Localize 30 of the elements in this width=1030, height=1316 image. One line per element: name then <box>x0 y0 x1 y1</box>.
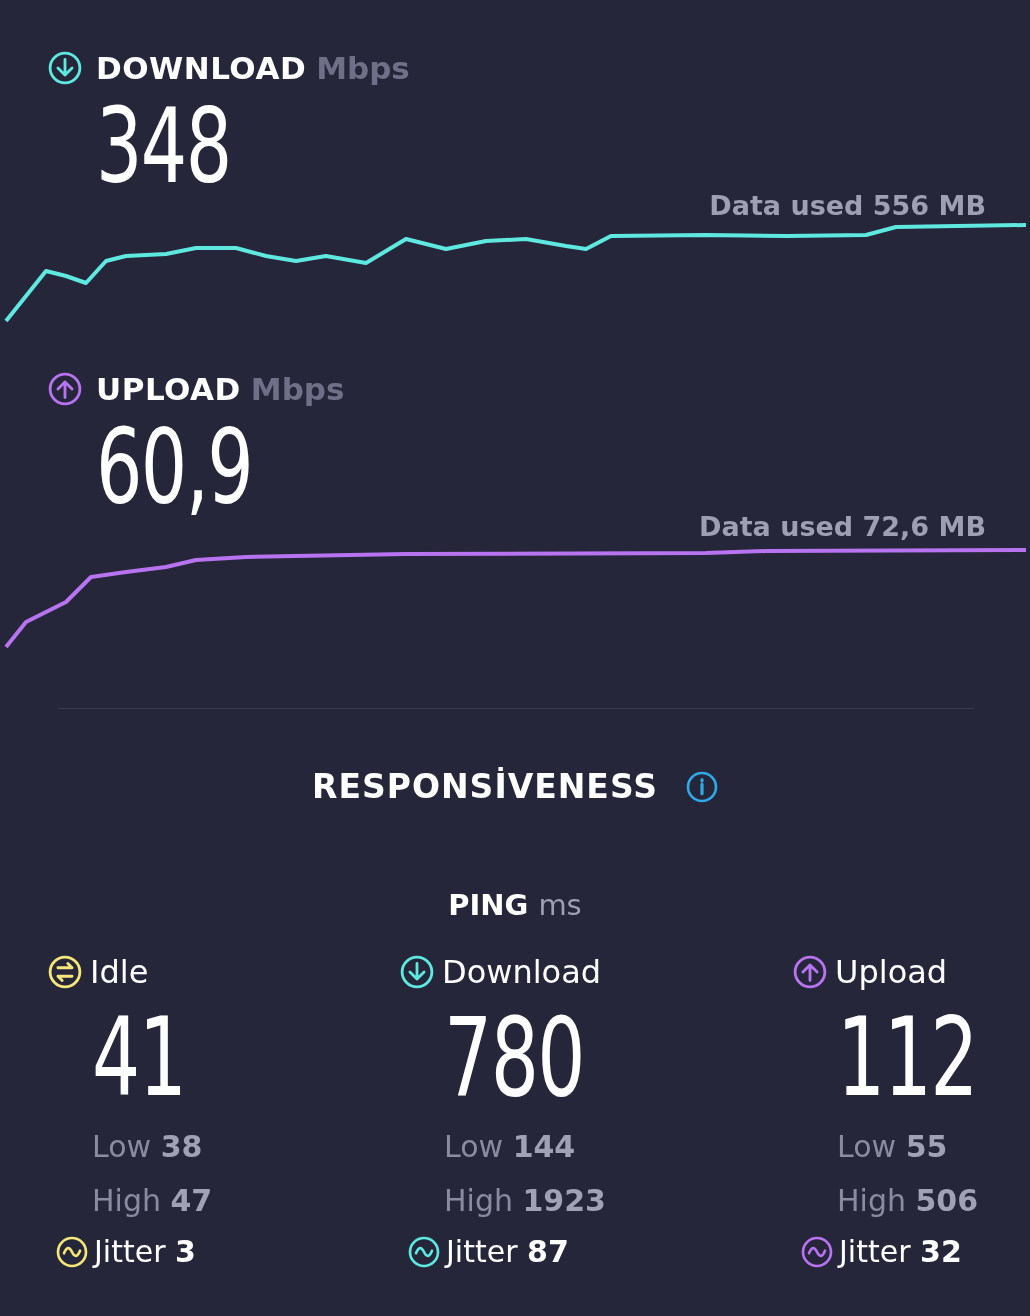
speed-title: DOWNLOAD <box>96 50 307 86</box>
high-value: High 506 <box>837 1183 979 1218</box>
ping-label: Download <box>442 953 602 991</box>
data-used: Data used 72,6 MB <box>699 511 986 542</box>
low-value: Low 144 <box>444 1129 576 1164</box>
ping-label: Idle <box>90 953 149 991</box>
ping-unit: ms <box>538 888 582 922</box>
high-value: High 1923 <box>444 1183 606 1218</box>
low-value: Low 55 <box>837 1129 948 1164</box>
high-value: High 47 <box>92 1183 213 1218</box>
ping-title: PING <box>448 888 529 922</box>
speed-unit: Mbps <box>250 371 345 407</box>
speed-value: 348 <box>96 94 231 198</box>
jitter-value: Jitter 87 <box>446 1234 569 1269</box>
speed-title: UPLOAD <box>96 371 241 407</box>
speed-value: 60,9 <box>96 415 253 519</box>
data-used: Data used 556 MB <box>709 190 986 221</box>
ping-value: 112 <box>837 1004 977 1112</box>
wave-icon <box>408 1235 440 1268</box>
low-value: Low 38 <box>92 1129 203 1164</box>
speed-unit: Mbps <box>316 50 410 86</box>
ping-label: Upload <box>835 953 948 991</box>
info-icon[interactable] <box>685 770 718 803</box>
wave-icon <box>801 1235 833 1268</box>
jitter-value: Jitter 32 <box>839 1234 962 1269</box>
section-title: RESPONSİVENESS <box>312 767 658 806</box>
wave-icon <box>56 1235 88 1268</box>
ping-value: 41 <box>92 1004 186 1112</box>
jitter-value: Jitter 3 <box>94 1234 196 1269</box>
ping-value: 780 <box>444 1004 584 1112</box>
